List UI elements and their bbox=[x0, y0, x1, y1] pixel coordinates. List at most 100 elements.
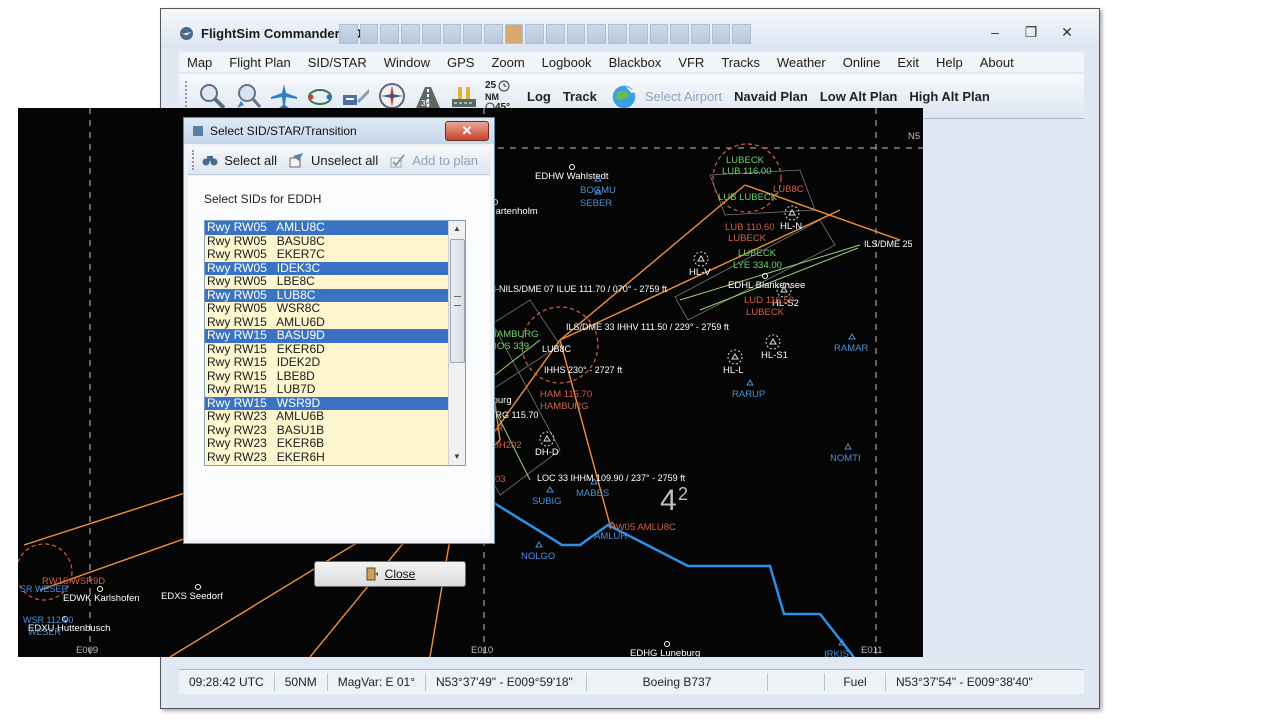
dialog-toolbar-grip bbox=[192, 150, 196, 170]
high-alt-plan-button[interactable]: High Alt Plan bbox=[909, 89, 989, 104]
airport-marker[interactable] bbox=[195, 584, 201, 590]
menu-exit[interactable]: Exit bbox=[889, 55, 928, 70]
restore-button[interactable]: ❐ bbox=[1013, 21, 1049, 43]
sid-list-item[interactable]: Rwy RW05 EKER7C bbox=[205, 247, 448, 262]
sid-list-item[interactable]: Rwy RW15 EKER6D bbox=[205, 342, 448, 356]
scroll-up-icon[interactable]: ▲ bbox=[449, 221, 465, 237]
toolbar-grip[interactable] bbox=[185, 81, 191, 111]
add-to-plan-icon bbox=[390, 154, 405, 168]
menu-window[interactable]: Window bbox=[376, 55, 439, 70]
sid-list-item[interactable]: Rwy RW15 AMLU6D bbox=[205, 315, 448, 329]
fix-marker[interactable] bbox=[848, 333, 856, 340]
zoom-in-icon[interactable] bbox=[233, 81, 263, 111]
sid-list-item[interactable]: Rwy RW23 AMLU6B bbox=[205, 409, 448, 424]
dialog-toolbar: Select all Unselect all Add to plan bbox=[188, 146, 490, 175]
route-icon[interactable] bbox=[305, 81, 335, 111]
select-all-button[interactable]: Select all bbox=[202, 152, 277, 168]
dialog-body: Select SIDs for EDDH Rwy RW05 AMLU8C Rwy … bbox=[188, 176, 490, 587]
menu-help[interactable]: Help bbox=[928, 55, 972, 70]
dialog-close-icon[interactable]: ✕ bbox=[445, 121, 489, 141]
runway-icon[interactable] bbox=[341, 81, 371, 111]
navaid-plan-button[interactable]: Navaid Plan bbox=[734, 89, 808, 104]
airport-marker[interactable] bbox=[569, 164, 575, 170]
menu-vfr[interactable]: VFR bbox=[670, 55, 713, 70]
sid-list-item[interactable]: Rwy RW05 BASU8C bbox=[205, 234, 448, 248]
dialog-title-bar[interactable]: Select SID/STAR/Transition ✕ bbox=[184, 118, 494, 144]
vor-label: LUB LUBECK bbox=[718, 192, 778, 203]
menu-map[interactable]: Map bbox=[179, 55, 221, 70]
close-window-button[interactable]: ✕ bbox=[1049, 21, 1085, 43]
menu-weather[interactable]: Weather bbox=[769, 55, 835, 70]
navaid-marker[interactable] bbox=[727, 349, 743, 365]
track-button[interactable]: Track bbox=[563, 89, 597, 104]
sid-list-item[interactable]: Rwy RW23 EKER6B bbox=[205, 436, 448, 451]
scroll-down-icon[interactable]: ▼ bbox=[449, 449, 465, 465]
sid-list-item[interactable]: Rwy RW05 LBE8C bbox=[205, 274, 448, 289]
menu-gps[interactable]: GPS bbox=[439, 55, 483, 70]
sid-list-item[interactable]: Rwy RW15 IDEK2D bbox=[205, 355, 448, 370]
status-aircraft: Boeing B737 bbox=[587, 673, 769, 691]
ils-label: IHHS 230° - 2727 ft bbox=[544, 365, 623, 375]
sid-list-item[interactable]: Rwy RW05 IDEK3C bbox=[205, 261, 448, 275]
status-fuel: Fuel bbox=[825, 673, 887, 691]
ils-icon[interactable] bbox=[449, 81, 479, 111]
range-indicator[interactable]: 25 NM 45° bbox=[485, 80, 519, 113]
minimize-button[interactable]: – bbox=[977, 21, 1013, 43]
sid-listbox[interactable]: Rwy RW05 AMLU8C Rwy RW05 BASU8C Rwy RW05 E… bbox=[204, 220, 466, 466]
sid-list-item[interactable]: Rwy RW05 AMLU8C bbox=[205, 221, 448, 235]
approach-icon[interactable]: 35 bbox=[413, 81, 443, 111]
fix-label: SUBIG bbox=[532, 496, 562, 507]
menu-online[interactable]: Online bbox=[835, 55, 890, 70]
menu-sid-star[interactable]: SID/STAR bbox=[300, 55, 376, 70]
sid-list-item[interactable]: Rwy RW15 BASU9D bbox=[205, 328, 448, 343]
ils-label: DH-NILS/DME 07 ILUE 111.70 / 070° - 2759… bbox=[483, 284, 667, 294]
sid-list-label: Select SIDs for EDDH bbox=[204, 192, 322, 206]
menu-zoom[interactable]: Zoom bbox=[483, 55, 533, 70]
navaid-label: HL-N bbox=[780, 221, 802, 232]
fix-marker[interactable] bbox=[535, 541, 543, 548]
compass-icon[interactable] bbox=[377, 81, 407, 111]
close-door-icon bbox=[366, 567, 378, 581]
sid-list-item[interactable]: Rwy RW23 BASU1B bbox=[205, 423, 448, 437]
navaid-marker[interactable] bbox=[693, 251, 709, 267]
log-button[interactable]: Log bbox=[527, 89, 551, 104]
fix-marker[interactable] bbox=[746, 379, 754, 386]
navaid-marker[interactable] bbox=[784, 205, 800, 221]
ils-label: ILS/DME 33 IHHV 111.50 / 229° - 2759 ft bbox=[566, 322, 729, 332]
fix-label: RAMAR bbox=[834, 343, 868, 354]
sid-list-item[interactable]: Rwy RW15 WSR9D bbox=[205, 396, 448, 410]
sid-list-item[interactable]: Rwy RW15 LUB7D bbox=[205, 382, 448, 397]
menu-about[interactable]: About bbox=[972, 55, 1023, 70]
navaid-triangle-icon bbox=[731, 353, 739, 360]
dialog-close-button[interactable]: Close bbox=[314, 561, 466, 587]
globe-plane-icon[interactable] bbox=[609, 81, 639, 111]
select-all-label: Select all bbox=[224, 152, 278, 168]
menu-flight-plan[interactable]: Flight Plan bbox=[221, 55, 299, 70]
low-alt-plan-button[interactable]: Low Alt Plan bbox=[820, 89, 898, 104]
sid-list-item[interactable]: Rwy RW23 EKER6H bbox=[205, 450, 448, 464]
airport-marker[interactable] bbox=[97, 586, 103, 592]
fix-marker[interactable] bbox=[844, 443, 852, 450]
navaid-label: HL-L bbox=[723, 365, 744, 376]
aircraft-icon[interactable] bbox=[269, 81, 299, 111]
menu-blackbox[interactable]: Blackbox bbox=[601, 55, 671, 70]
menu-logbook[interactable]: Logbook bbox=[534, 55, 601, 70]
grid-label: E009 bbox=[76, 645, 98, 656]
navaid-freq-label: LUBECK bbox=[746, 307, 785, 318]
navaid-triangle-icon bbox=[788, 209, 796, 216]
scroll-thumb[interactable] bbox=[450, 239, 465, 363]
unselect-all-button[interactable]: Unselect all bbox=[289, 152, 378, 168]
menu-tracks[interactable]: Tracks bbox=[713, 55, 769, 70]
zoom-out-icon[interactable] bbox=[197, 81, 227, 111]
list-scrollbar[interactable]: ▲ ▼ bbox=[448, 221, 465, 465]
map-text-label: LUB8C bbox=[542, 344, 572, 354]
fix-marker[interactable] bbox=[546, 486, 554, 493]
navaid-marker[interactable] bbox=[765, 334, 781, 350]
navaid-freq-label: LUD 116.50 bbox=[744, 295, 794, 306]
sid-list-item[interactable]: Rwy RW15 LBE8D bbox=[205, 369, 448, 383]
select-airport-button[interactable]: Select Airport bbox=[645, 89, 722, 104]
add-to-plan-button[interactable]: Add to plan bbox=[390, 152, 478, 168]
airport-marker[interactable] bbox=[664, 641, 670, 647]
sid-list-item[interactable]: Rwy RW05 LUB8C bbox=[205, 288, 448, 302]
sid-list-item[interactable]: Rwy RW05 WSR8C bbox=[205, 301, 448, 316]
